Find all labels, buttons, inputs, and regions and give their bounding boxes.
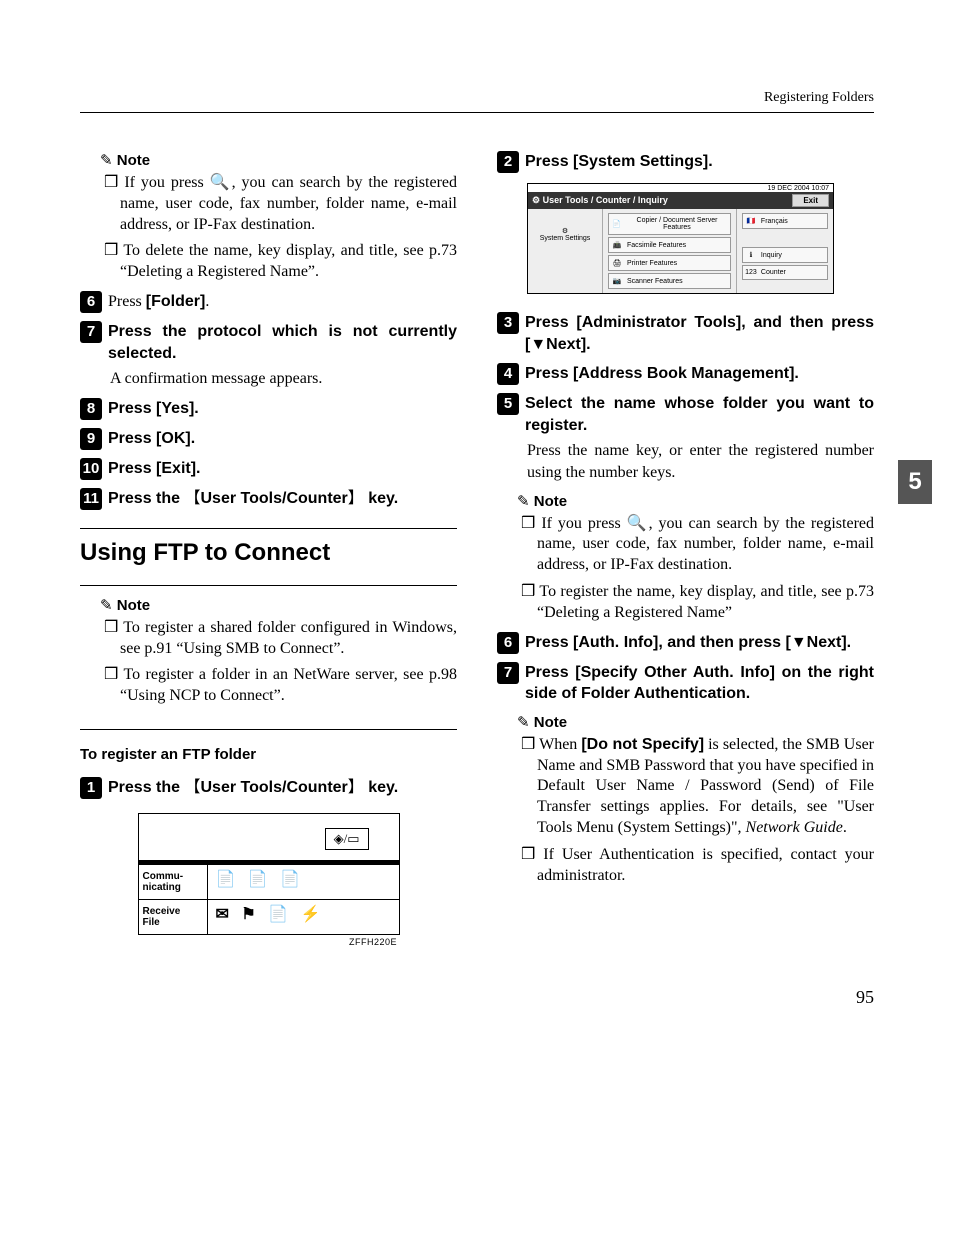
note-item: When [Do not Specify] is selected, the S… xyxy=(517,735,874,839)
panel-icons: 📄 📄 📄 xyxy=(208,865,399,899)
panel-label: Receive File xyxy=(139,900,208,934)
step-4: 4 Press [Address Book Management]. xyxy=(497,363,874,385)
note-item: To register a folder in an NetWare serve… xyxy=(100,665,457,707)
screenshot-title: ⚙ User Tools / Counter / Inquiry xyxy=(532,195,668,206)
divider xyxy=(80,729,457,730)
note-item: If you press 🔍, you can search by the re… xyxy=(517,514,874,576)
feature-button: ℹInquiry xyxy=(742,247,828,263)
step-number: 7 xyxy=(497,662,519,684)
exit-button: Exit xyxy=(792,194,829,207)
step-6: 6 Press [Folder]. xyxy=(80,291,457,313)
system-settings-button: ⚙ System Settings xyxy=(528,209,603,293)
step-2: 2 Press [System Settings]. xyxy=(497,151,874,173)
step-number: 5 xyxy=(497,393,519,415)
step-1: 1 Press the User Tools/Counter key. xyxy=(80,777,457,799)
step-9: 9 Press [OK]. xyxy=(80,428,457,450)
user-tools-screenshot: 19 DEC 2004 10:07 ⚙ User Tools / Counter… xyxy=(527,183,834,294)
panel-label: Commu- nicating xyxy=(139,865,208,899)
step-11: 11 Press the User Tools/Counter key. xyxy=(80,488,457,510)
running-head: Registering Folders xyxy=(80,90,874,106)
step-number: 9 xyxy=(80,428,102,450)
step-7: 7 Press the protocol which is not curren… xyxy=(80,321,457,364)
step-number: 1 xyxy=(80,777,102,799)
step-5: 5 Select the name whose folder you want … xyxy=(497,393,874,436)
step-number: 3 xyxy=(497,312,519,334)
left-column: Note If you press 🔍, you can search by t… xyxy=(80,143,457,947)
subsection-heading: To register an FTP folder xyxy=(80,746,457,763)
step-number: 6 xyxy=(80,291,102,313)
note-item: To register the name, key display, and t… xyxy=(517,582,874,624)
start-button-icon: ◈/▭ xyxy=(325,828,369,850)
section-heading: Using FTP to Connect xyxy=(80,539,457,567)
step-number: 2 xyxy=(497,151,519,173)
note-item: To register a shared folder configured i… xyxy=(100,618,457,660)
panel-icons: ✉ ⚑ 📄 ⚡ xyxy=(208,900,399,934)
feature-button: 🖨Printer Features xyxy=(608,255,731,271)
note-heading: Note xyxy=(100,596,457,614)
right-column: 2 Press [System Settings]. 19 DEC 2004 1… xyxy=(497,143,874,947)
feature-button: 📄Copier / Document Server Features xyxy=(608,213,731,235)
step-number: 4 xyxy=(497,363,519,385)
feature-button: 📠Facsimile Features xyxy=(608,237,731,253)
step-8: 8 Press [Yes]. xyxy=(80,398,457,420)
chapter-tab: 5 xyxy=(898,460,932,504)
figure-caption: ZFFH220E xyxy=(80,937,397,947)
page-number: 95 xyxy=(80,987,874,1008)
step-10: 10 Press [Exit]. xyxy=(80,458,457,480)
step-number: 8 xyxy=(80,398,102,420)
note-heading: Note xyxy=(100,151,457,169)
note-item: To delete the name, key display, and tit… xyxy=(100,241,457,283)
control-panel-illustration: ◈/▭ Commu- nicating 📄 📄 📄 Receive File ✉… xyxy=(138,813,400,935)
header-rule xyxy=(80,112,874,113)
step-number: 11 xyxy=(80,488,102,510)
feature-button: 🇫🇷Français xyxy=(742,213,828,229)
step-number: 6 xyxy=(497,632,519,654)
note-item: If User Authentication is specified, con… xyxy=(517,845,874,887)
feature-button: 123Counter xyxy=(742,265,828,280)
step-number: 10 xyxy=(80,458,102,480)
step-7: 7 Press [Specify Other Auth. Info] on th… xyxy=(497,662,874,705)
feature-button: 📷Scanner Features xyxy=(608,273,731,289)
note-item: If you press 🔍, you can search by the re… xyxy=(100,173,457,235)
divider xyxy=(80,528,457,529)
screenshot-time: 19 DEC 2004 10:07 xyxy=(528,184,833,192)
step-description: Press the name key, or enter the registe… xyxy=(527,440,874,483)
divider xyxy=(80,585,457,586)
step-description: A confirmation message appears. xyxy=(110,368,457,390)
step-3: 3 Press [Administrator Tools], and then … xyxy=(497,312,874,355)
step-number: 7 xyxy=(80,321,102,343)
note-heading: Note xyxy=(517,713,874,731)
note-heading: Note xyxy=(517,492,874,510)
step-6: 6 Press [Auth. Info], and then press [▼N… xyxy=(497,632,874,654)
